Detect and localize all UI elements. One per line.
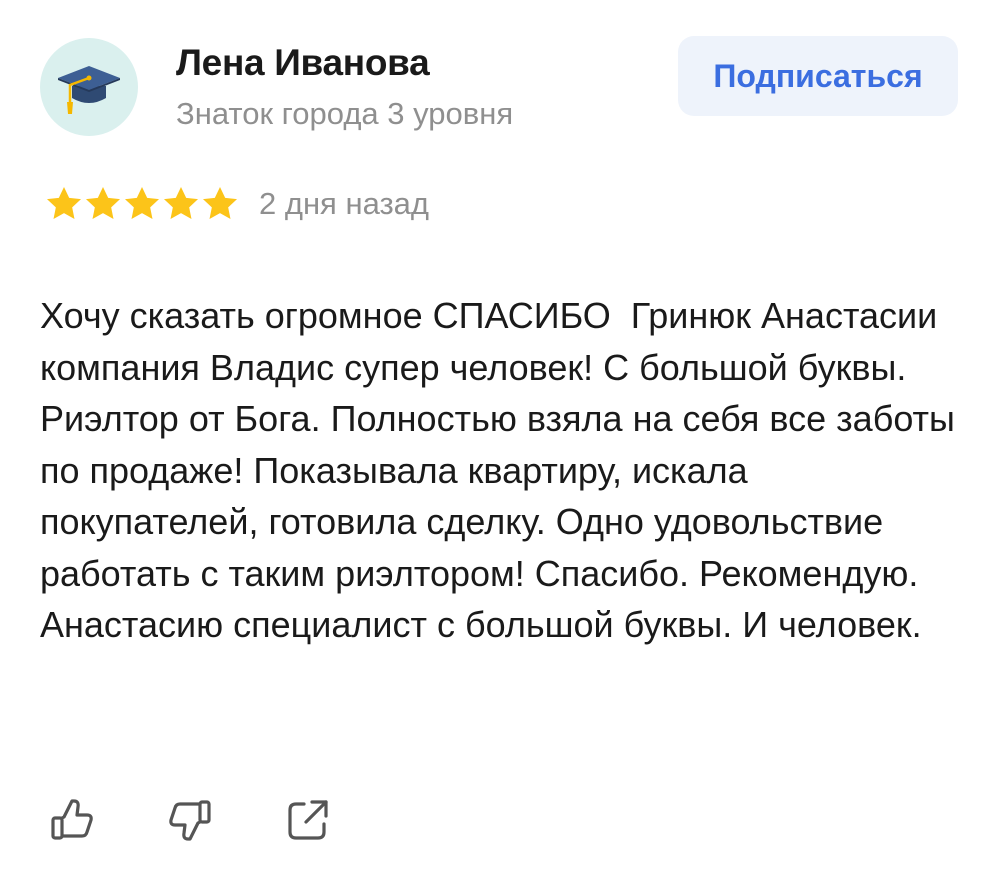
review-text: Хочу сказать огромное СПАСИБО Гринюк Ана… xyxy=(40,295,965,645)
avatar[interactable] xyxy=(40,38,138,136)
share-icon xyxy=(288,800,328,840)
review-card: Лена Иванова Знаток города 3 уровня Подп… xyxy=(0,0,1000,894)
review-date: 2 дня назад xyxy=(259,186,430,221)
thumbs-up-icon xyxy=(51,799,93,840)
star-icon xyxy=(86,187,120,219)
graduation-cap-icon xyxy=(58,66,120,114)
star-rating xyxy=(44,184,239,224)
author-level: Знаток города 3 уровня xyxy=(176,96,514,131)
subscribe-button[interactable]: Подписаться xyxy=(678,36,958,116)
star-icon xyxy=(164,187,198,219)
review-actions xyxy=(44,792,398,848)
like-button[interactable] xyxy=(44,792,100,848)
dislike-button[interactable] xyxy=(162,792,218,848)
star-icon xyxy=(203,187,237,219)
star-icon xyxy=(47,187,81,219)
rating-row: 2 дня назад xyxy=(44,184,429,224)
author-name[interactable]: Лена Иванова xyxy=(176,42,430,84)
share-button[interactable] xyxy=(280,792,336,848)
thumbs-down-icon xyxy=(169,800,211,841)
star-icon xyxy=(125,187,159,219)
